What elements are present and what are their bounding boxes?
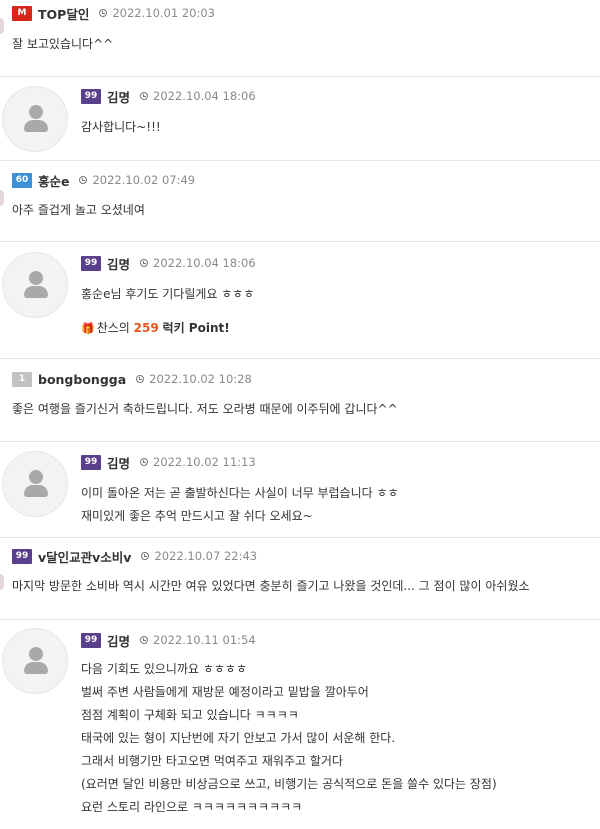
comment-text: 좋은 여행을 즐기신거 축하드립니다. 저도 오라병 때문에 이주뒤에 갑니다^… [12, 402, 398, 416]
clock-icon [140, 458, 149, 466]
clock-icon [99, 9, 108, 17]
comment-date: 2022.10.07 22:43 [154, 549, 258, 563]
comment-date: 2022.10.02 11:13 [153, 455, 256, 469]
avatar [2, 86, 68, 152]
comment-text: 벌써 주변 사람들에게 재방문 예정이라고 밑밥을 깔아두어 [81, 685, 369, 699]
level-badge: 60 [12, 172, 32, 188]
comment-text: 요런 스토리 라인으로 ㅋㅋㅋㅋㅋㅋㅋㅋㅋㅋ [81, 800, 303, 814]
divider [0, 441, 600, 442]
avatar-edge [0, 18, 4, 34]
comment-text: 홍순e님 후기도 기다릴게요 ㅎㅎㅎ [81, 287, 255, 301]
comment-date: 2022.10.04 18:06 [153, 256, 256, 270]
clock-icon [140, 259, 149, 267]
comment-text: 마지막 방문한 소비바 역시 시간만 여유 있었다면 충분히 즐기고 나왔을 것… [12, 579, 530, 593]
clock-icon [140, 92, 149, 100]
avatar [2, 252, 68, 318]
lucky-suffix: 럭키 Point! [162, 321, 230, 335]
avatar [2, 451, 68, 517]
avatar-edge [0, 574, 4, 590]
comment-text: 감사합니다~!!! [81, 120, 161, 134]
lucky-prefix: 찬스의 [96, 321, 130, 335]
nickname-link[interactable]: bongbongga [38, 372, 126, 387]
clock-icon [140, 636, 149, 644]
level-badge: 99 [81, 255, 101, 271]
comment-text: 이미 돌아온 저는 곧 출발하신다는 사실이 너무 부럽습니다 ㅎㅎ [81, 486, 399, 500]
divider [0, 76, 600, 77]
avatar-edge [0, 190, 4, 206]
clock-icon [136, 375, 145, 383]
divider [0, 358, 600, 359]
comment-text: 태국에 있는 형이 지난번에 자기 안보고 가서 많이 서운해 한다. [81, 731, 396, 745]
comment-text: 잘 보고있습니다^^ [12, 37, 114, 51]
comment-text: 재미있게 좋은 추억 만드시고 잘 쉬다 오세요~ [81, 509, 313, 523]
divider [0, 537, 600, 538]
lucky-point-notice: 🎁 찬스의 259 럭키 Point! [81, 317, 230, 340]
comment-date: 2022.10.01 20:03 [112, 6, 215, 20]
nickname-link[interactable]: TOP달인 [38, 4, 89, 23]
comment-date: 2022.10.02 07:49 [92, 173, 196, 187]
divider [0, 619, 600, 620]
lucky-points: 259 [133, 321, 159, 335]
comment-text: 점점 계획이 구체화 되고 있습니다 ㅋㅋㅋㅋ [81, 708, 299, 722]
avatar [2, 628, 68, 694]
comment-date: 2022.10.11 01:54 [153, 633, 256, 647]
comment-date: 2022.10.02 10:28 [149, 372, 252, 386]
comment-text: 다음 기회도 있으니까요 ㅎㅎㅎㅎ [81, 662, 248, 676]
comment-text: (요러면 달인 비용만 비상금으로 쓰고, 비행기는 공식적으로 돈을 쓸수 있… [81, 777, 497, 791]
gift-icon: 🎁 [81, 322, 95, 335]
level-badge: 99 [81, 454, 101, 470]
comment-text: 그래서 비행기만 타고오면 먹여주고 재워주고 할거다 [81, 754, 343, 768]
level-badge: 99 [81, 632, 101, 648]
nickname-link[interactable]: 홍순e [38, 171, 69, 190]
nickname-link[interactable]: 김명 [107, 254, 130, 273]
level-badge: M [12, 5, 32, 21]
comment-date: 2022.10.04 18:06 [153, 89, 256, 103]
nickname-link[interactable]: 김명 [107, 631, 130, 650]
level-badge: 1 [12, 371, 32, 387]
divider [0, 241, 600, 242]
comment-text: 아주 즐겁게 놀고 오셨네여 [12, 203, 145, 217]
level-badge: 99 [81, 88, 101, 104]
divider [0, 160, 600, 161]
nickname-link[interactable]: v달인교관v소비v [38, 547, 131, 566]
clock-icon [79, 176, 88, 184]
nickname-link[interactable]: 김명 [107, 87, 130, 106]
clock-icon [141, 552, 150, 560]
nickname-link[interactable]: 김명 [107, 453, 130, 472]
level-badge: 99 [12, 548, 32, 564]
